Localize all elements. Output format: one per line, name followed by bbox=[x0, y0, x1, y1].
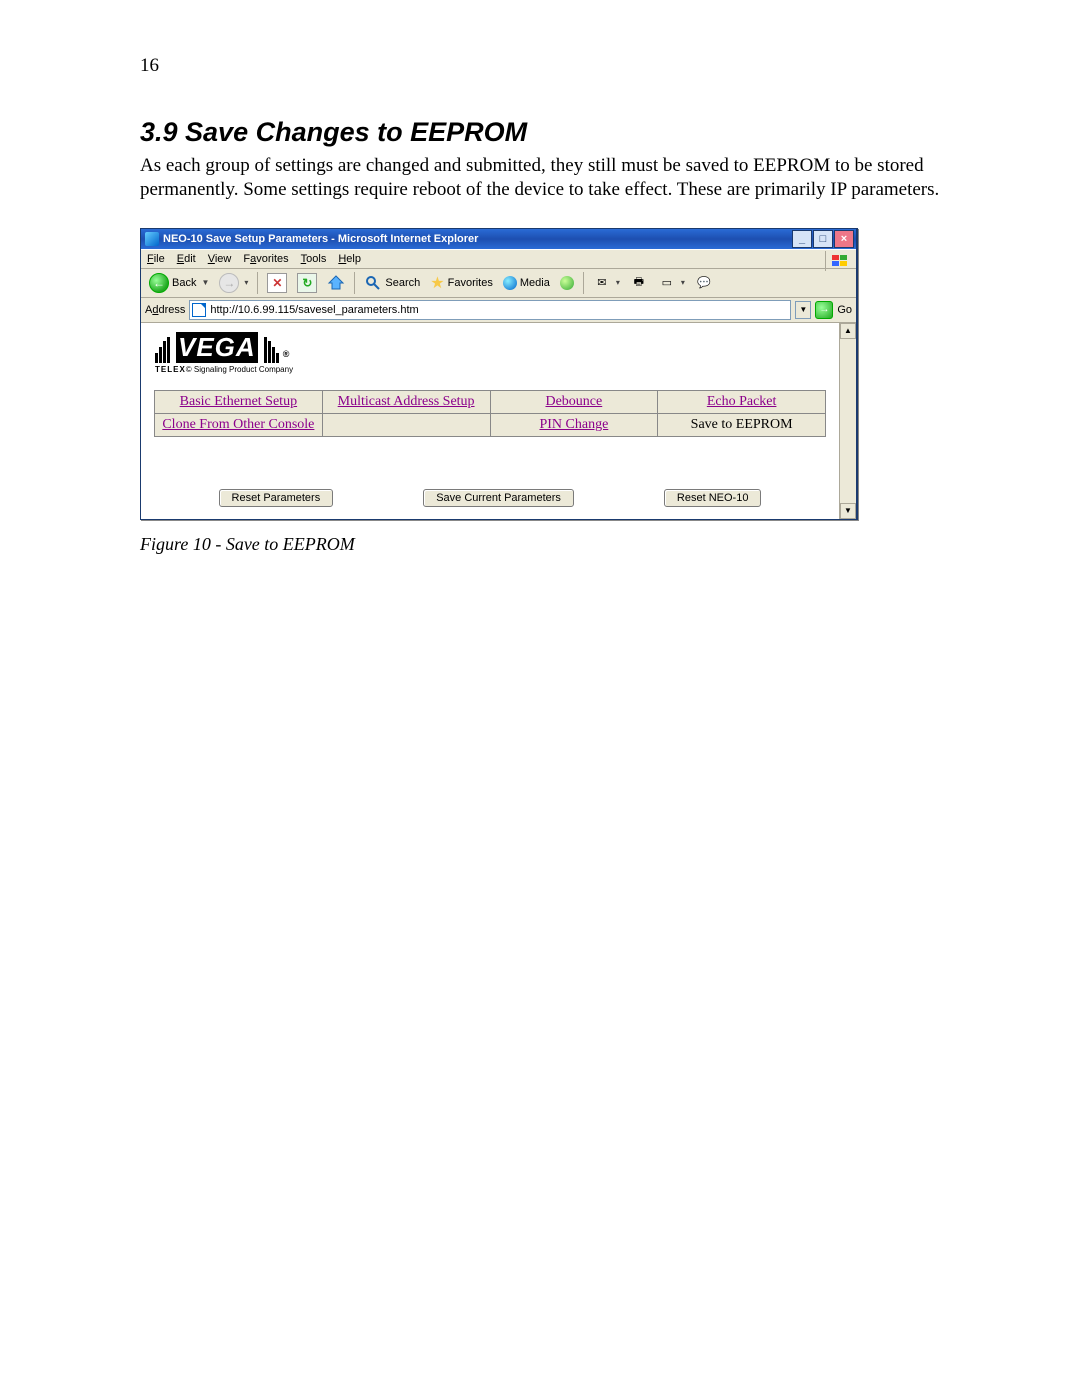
refresh-icon: ↻ bbox=[297, 273, 317, 293]
reset-parameters-button[interactable]: Reset Parameters bbox=[219, 489, 334, 507]
mail-button[interactable]: ✉ ▾ bbox=[589, 272, 624, 294]
chevron-down-icon: ▾ bbox=[616, 278, 620, 287]
link-pin-change[interactable]: PIN Change bbox=[539, 417, 608, 432]
stop-icon: ✕ bbox=[267, 273, 287, 293]
media-label: Media bbox=[520, 277, 550, 289]
link-echo-packet[interactable]: Echo Packet bbox=[707, 394, 777, 409]
address-dropdown[interactable]: ▼ bbox=[795, 301, 811, 319]
current-page-label: Save to EEPROM bbox=[691, 417, 793, 432]
toolbar: ← Back ▼ → ▾ ✕ ↻ bbox=[141, 269, 856, 298]
search-label: Search bbox=[385, 277, 420, 289]
address-bar: Address http://10.6.99.115/savesel_param… bbox=[141, 298, 856, 323]
edit-icon: ▭ bbox=[658, 274, 676, 292]
ie-icon bbox=[145, 232, 159, 246]
nav-table: Basic Ethernet Setup Multicast Address S… bbox=[154, 390, 826, 437]
stop-button[interactable]: ✕ bbox=[263, 271, 291, 295]
back-label: Back bbox=[172, 277, 196, 289]
menu-favorites[interactable]: Favorites bbox=[243, 253, 288, 265]
star-icon: ★ bbox=[430, 273, 444, 293]
empty-cell bbox=[322, 413, 490, 436]
history-button[interactable] bbox=[556, 274, 578, 292]
mail-icon: ✉ bbox=[593, 274, 611, 292]
ie-window: NEO-10 Save Setup Parameters - Microsoft… bbox=[140, 228, 858, 520]
discuss-icon: 💬 bbox=[695, 274, 713, 292]
print-icon: 🖶 bbox=[630, 274, 648, 292]
home-icon bbox=[327, 274, 345, 292]
address-value: http://10.6.99.115/savesel_parameters.ht… bbox=[210, 304, 418, 316]
page-icon bbox=[192, 303, 206, 317]
chevron-down-icon: ▾ bbox=[681, 278, 685, 287]
address-label: Address bbox=[145, 304, 185, 316]
menu-bar: File Edit View Favorites Tools Help bbox=[141, 249, 856, 269]
menu-tools[interactable]: Tools bbox=[301, 253, 327, 265]
scroll-up-button[interactable]: ▲ bbox=[840, 323, 856, 339]
table-row: Clone From Other Console PIN Change Save… bbox=[155, 413, 826, 436]
search-button[interactable]: Search bbox=[360, 272, 424, 294]
menu-edit[interactable]: Edit bbox=[177, 253, 196, 265]
document-page: 16 3.9 Save Changes to EEPROM As each gr… bbox=[0, 0, 1080, 1397]
media-icon bbox=[503, 276, 517, 290]
chevron-down-icon: ▾ bbox=[244, 278, 248, 287]
favorites-button[interactable]: ★ Favorites bbox=[426, 271, 497, 295]
go-label: Go bbox=[837, 304, 852, 316]
link-clone-console[interactable]: Clone From Other Console bbox=[162, 417, 314, 432]
menu-help[interactable]: Help bbox=[338, 253, 361, 265]
refresh-button[interactable]: ↻ bbox=[293, 271, 321, 295]
save-current-parameters-button[interactable]: Save Current Parameters bbox=[423, 489, 574, 507]
history-icon bbox=[560, 276, 574, 290]
back-arrow-icon: ← bbox=[149, 273, 169, 293]
discuss-button[interactable]: 💬 bbox=[691, 272, 717, 294]
link-debounce[interactable]: Debounce bbox=[545, 394, 602, 409]
body-paragraph: As each group of settings are changed an… bbox=[140, 154, 965, 202]
maximize-button[interactable]: □ bbox=[813, 230, 833, 248]
forward-arrow-icon: → bbox=[219, 273, 239, 293]
button-row: Reset Parameters Save Current Parameters… bbox=[141, 437, 839, 519]
content-area: VEGA ® TELEX© Signaling Product Company … bbox=[141, 323, 856, 519]
window-titlebar: NEO-10 Save Setup Parameters - Microsoft… bbox=[141, 229, 856, 249]
close-button[interactable]: × bbox=[834, 230, 854, 248]
media-button[interactable]: Media bbox=[499, 274, 554, 292]
toolbar-separator bbox=[354, 272, 355, 294]
windows-flag-icon bbox=[825, 251, 854, 271]
logo-area: VEGA ® TELEX© Signaling Product Company bbox=[141, 324, 839, 380]
toolbar-separator bbox=[257, 272, 258, 294]
go-button[interactable]: → bbox=[815, 301, 833, 319]
vertical-scrollbar[interactable]: ▲ ▼ bbox=[839, 323, 856, 519]
menu-view[interactable]: View bbox=[208, 253, 232, 265]
window-title: NEO-10 Save Setup Parameters - Microsoft… bbox=[163, 233, 792, 245]
link-multicast[interactable]: Multicast Address Setup bbox=[338, 394, 475, 409]
page-number: 16 bbox=[140, 55, 965, 77]
minimize-button[interactable]: _ bbox=[792, 230, 812, 248]
favorites-label: Favorites bbox=[448, 277, 493, 289]
link-basic-ethernet[interactable]: Basic Ethernet Setup bbox=[180, 394, 297, 409]
home-button[interactable] bbox=[323, 272, 349, 294]
reset-neo10-button[interactable]: Reset NEO-10 bbox=[664, 489, 762, 507]
vega-logo: VEGA ® bbox=[155, 332, 825, 363]
print-button[interactable]: 🖶 bbox=[626, 272, 652, 294]
search-icon bbox=[364, 274, 382, 292]
section-heading: 3.9 Save Changes to EEPROM bbox=[140, 117, 965, 148]
edit-button[interactable]: ▭ ▾ bbox=[654, 272, 689, 294]
scroll-down-button[interactable]: ▼ bbox=[840, 503, 856, 519]
address-input[interactable]: http://10.6.99.115/savesel_parameters.ht… bbox=[189, 300, 791, 320]
logo-subtitle: TELEX© Signaling Product Company bbox=[155, 365, 825, 374]
figure-caption: Figure 10 - Save to EEPROM bbox=[140, 534, 965, 555]
toolbar-separator bbox=[583, 272, 584, 294]
menu-file[interactable]: File bbox=[147, 253, 165, 265]
table-row: Basic Ethernet Setup Multicast Address S… bbox=[155, 390, 826, 413]
forward-button[interactable]: → ▾ bbox=[215, 271, 252, 295]
back-button[interactable]: ← Back ▼ bbox=[145, 271, 213, 295]
chevron-down-icon: ▼ bbox=[201, 278, 209, 287]
